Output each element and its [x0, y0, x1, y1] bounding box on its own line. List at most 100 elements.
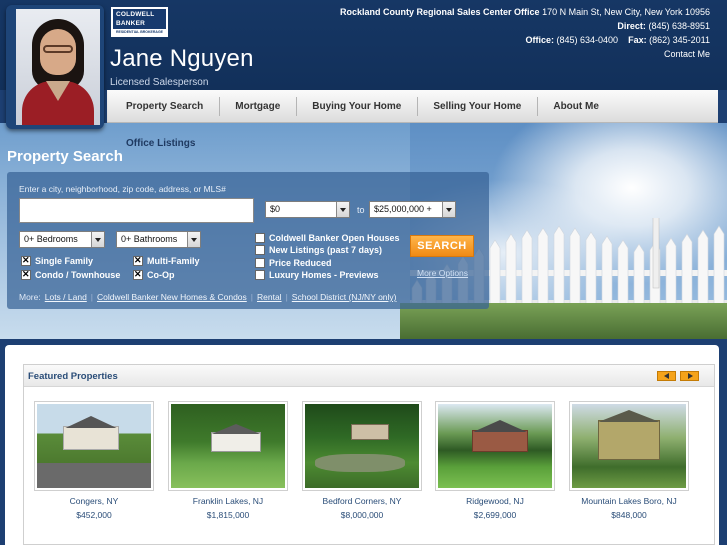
more-label: More: [19, 292, 41, 302]
chevron-down-icon [187, 232, 200, 247]
nav-property-search[interactable]: Property Search [107, 90, 219, 123]
search-hint: Enter a city, neighborhood, zip code, ad… [19, 184, 226, 194]
link-new-homes-condos[interactable]: Coldwell Banker New Homes & Condos [97, 292, 247, 302]
main-nav: Property Search Mortgage Buying Your Hom… [107, 90, 718, 123]
more-links-bar: More: Lots / Land | Coldwell Banker New … [19, 292, 397, 302]
price-max-value: $25,000,000 + [374, 204, 432, 214]
property-card[interactable]: Mountain Lakes Boro, NJ $848,000 [569, 401, 689, 520]
property-city[interactable]: Bedford Corners, NY [302, 496, 422, 506]
checkbox-label: Coldwell Banker Open Houses [269, 233, 400, 243]
contact-me-link[interactable]: Contact Me [664, 49, 710, 59]
checkbox-label: Multi-Family [147, 256, 200, 266]
direct-label: Direct: [617, 21, 646, 31]
direct-phone: (845) 638-8951 [648, 21, 710, 31]
logo-line-1: COLDWELL [116, 11, 155, 18]
nav-mortgage[interactable]: Mortgage [219, 90, 296, 123]
property-city[interactable]: Franklin Lakes, NJ [168, 496, 288, 506]
more-options-link[interactable]: More Options [417, 268, 468, 278]
link-school-district[interactable]: School District (NJ/NY only) [292, 292, 397, 302]
separator: | [250, 292, 253, 302]
checkbox-condo-townhouse[interactable]: Condo / Townhouse [21, 269, 121, 280]
property-card[interactable]: Ridgewood, NJ $2,699,000 [435, 401, 555, 520]
checkbox-checked-icon [133, 255, 143, 266]
price-min-select[interactable]: $0 [265, 201, 350, 218]
price-to-label: to [357, 205, 365, 215]
separator: | [285, 292, 288, 302]
checkbox-label: Luxury Homes - Previews [269, 270, 379, 280]
property-photo[interactable] [569, 401, 689, 491]
checkbox-label: New Listings (past 7 days) [269, 245, 383, 255]
checkbox-checked-icon [21, 269, 31, 280]
checkbox-open-houses[interactable]: Coldwell Banker Open Houses [255, 233, 400, 243]
checkbox-label: Co-Op [147, 270, 175, 280]
property-card[interactable]: Congers, NY $452,000 [34, 401, 154, 520]
property-photo[interactable] [302, 401, 422, 491]
property-price: $452,000 [76, 510, 112, 520]
property-photo[interactable] [435, 401, 555, 491]
agent-title: Licensed Salesperson [110, 77, 209, 88]
office-listings-link[interactable]: Office Listings [126, 138, 195, 149]
bedrooms-value: 0+ Bedrooms [24, 234, 78, 244]
agent-photo-frame [6, 5, 104, 129]
nav-buying-your-home[interactable]: Buying Your Home [296, 90, 417, 123]
next-arrow-icon[interactable] [680, 371, 699, 381]
agent-photo [16, 9, 100, 125]
search-button[interactable]: SEARCH [410, 235, 474, 257]
office-phone: (845) 634-0400 [556, 35, 619, 45]
fax-label: Fax: [628, 35, 647, 45]
property-price: $848,000 [611, 510, 647, 520]
office-name: Rockland County Regional Sales Center Of… [340, 7, 540, 17]
checkbox-luxury-homes[interactable]: Luxury Homes - Previews [255, 270, 379, 280]
property-price: $8,000,000 [340, 510, 384, 520]
checkbox-co-op[interactable]: Co-Op [133, 269, 175, 280]
property-photo[interactable] [34, 401, 154, 491]
property-city[interactable]: Mountain Lakes Boro, NJ [569, 496, 689, 506]
checkbox-empty-icon [255, 245, 265, 255]
property-price: $2,699,000 [473, 510, 517, 520]
coldwell-banker-logo[interactable]: COLDWELL BANKER RESIDENTIAL BROKERAGE [111, 7, 168, 37]
nav-selling-your-home[interactable]: Selling Your Home [417, 90, 537, 123]
nav-about-me[interactable]: About Me [537, 90, 615, 123]
checkbox-empty-icon [255, 270, 265, 280]
property-price: $1,815,000 [206, 510, 250, 520]
checkbox-empty-icon [255, 258, 265, 268]
property-card[interactable]: Franklin Lakes, NJ $1,815,000 [168, 401, 288, 520]
price-max-select[interactable]: $25,000,000 + [369, 201, 456, 218]
checkbox-label: Condo / Townhouse [35, 270, 121, 280]
link-rental[interactable]: Rental [257, 292, 282, 302]
logo-line-2: BANKER [116, 20, 146, 27]
property-city[interactable]: Congers, NY [34, 496, 154, 506]
bathrooms-select[interactable]: 0+ Bathrooms [116, 231, 201, 248]
chevron-down-icon [336, 202, 349, 217]
office-phone-label: Office: [525, 35, 554, 45]
property-card[interactable]: Bedford Corners, NY $8,000,000 [302, 401, 422, 520]
property-city[interactable]: Ridgewood, NJ [435, 496, 555, 506]
checkbox-price-reduced[interactable]: Price Reduced [255, 258, 332, 268]
agent-name: Jane Nguyen [110, 45, 254, 72]
featured-title: Featured Properties [28, 371, 118, 382]
contact-info: Rockland County Regional Sales Center Of… [340, 5, 710, 61]
checkbox-label: Single Family [35, 256, 94, 266]
checkbox-single-family[interactable]: Single Family [21, 255, 94, 266]
checkbox-new-listings[interactable]: New Listings (past 7 days) [255, 245, 382, 255]
bathrooms-value: 0+ Bathrooms [121, 234, 178, 244]
search-input[interactable] [19, 198, 254, 223]
office-address: 170 N Main St, New City, New York 10956 [542, 7, 710, 17]
chevron-down-icon [442, 202, 455, 217]
checkbox-empty-icon [255, 233, 265, 243]
separator: | [90, 292, 94, 302]
property-search-title: Property Search [7, 148, 123, 165]
checkbox-multi-family[interactable]: Multi-Family [133, 255, 200, 266]
chevron-down-icon [91, 232, 104, 247]
checkbox-checked-icon [133, 269, 143, 280]
checkbox-checked-icon [21, 255, 31, 266]
property-photo[interactable] [168, 401, 288, 491]
fax-number: (862) 345-2011 [649, 35, 710, 45]
checkbox-label: Price Reduced [269, 258, 332, 268]
link-lots-land[interactable]: Lots / Land [45, 292, 87, 302]
price-min-value: $0 [270, 204, 281, 214]
featured-header [24, 365, 714, 387]
bedrooms-select[interactable]: 0+ Bedrooms [19, 231, 105, 248]
logo-sub: RESIDENTIAL BROKERAGE [116, 30, 163, 34]
prev-arrow-icon[interactable] [657, 371, 676, 381]
